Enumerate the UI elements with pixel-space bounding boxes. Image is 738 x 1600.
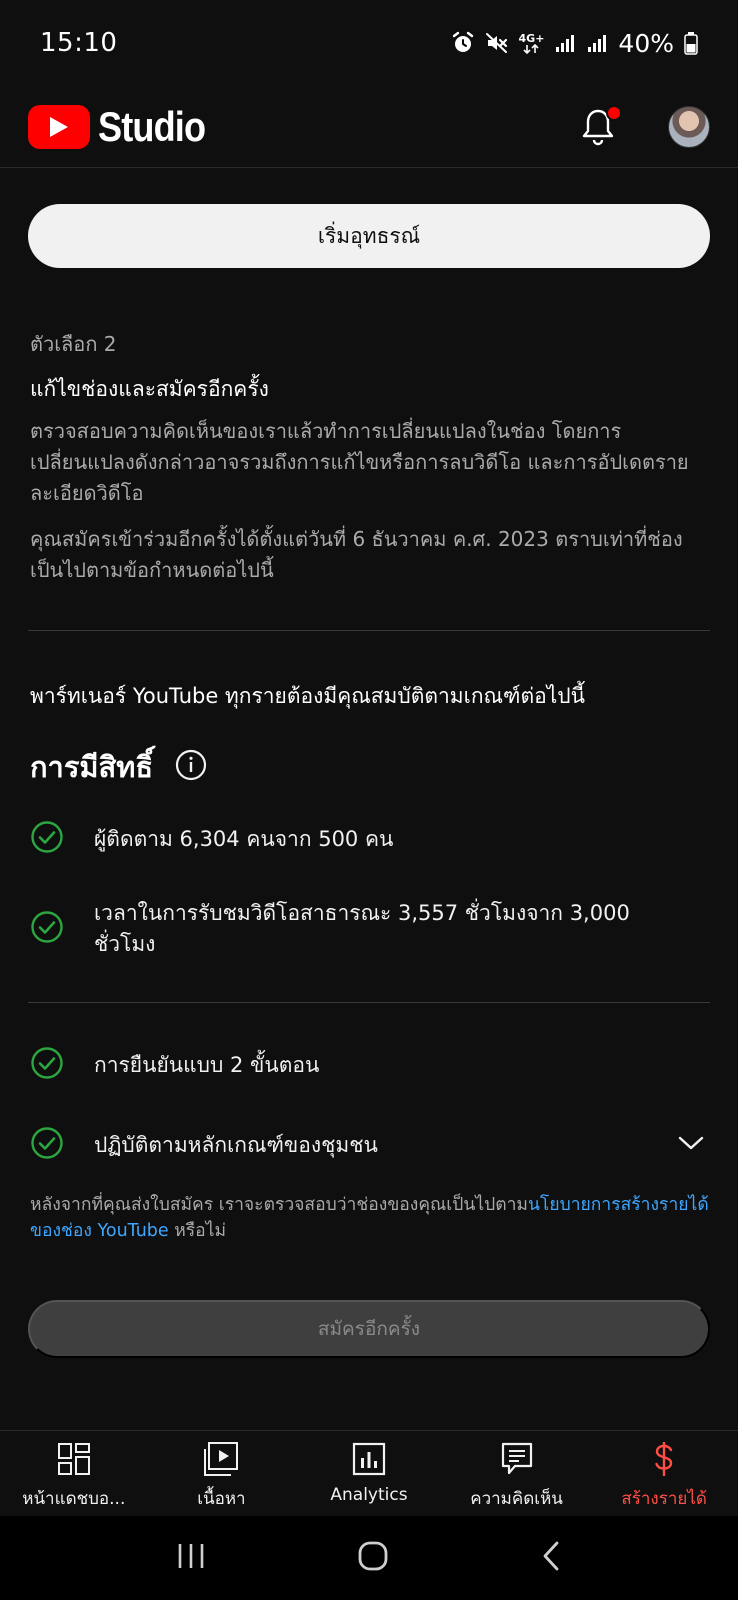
nav-label: เนื้อหา bbox=[197, 1489, 246, 1509]
youtube-studio-logo[interactable]: Studio bbox=[28, 103, 223, 151]
back-icon[interactable] bbox=[540, 1540, 562, 1576]
nav-dashboard[interactable]: หน้าแดชบอ... bbox=[0, 1431, 148, 1516]
divider bbox=[28, 1002, 710, 1003]
notification-badge bbox=[606, 104, 622, 121]
analytics-icon bbox=[352, 1442, 386, 1476]
status-time: 15:10 bbox=[40, 28, 118, 58]
requirement-text: การยืนยันแบบ 2 ขั้นตอน bbox=[94, 1052, 320, 1077]
nav-label: สร้างรายได้ bbox=[621, 1489, 707, 1509]
network-label: 4G+ bbox=[518, 31, 545, 45]
chevron-down-icon[interactable] bbox=[678, 1135, 704, 1155]
partner-requirement-text: พาร์ทเนอร์ YouTube ทุกรายต้องมีคุณสมบัติ… bbox=[30, 684, 585, 708]
info-icon[interactable] bbox=[175, 749, 207, 785]
dashboard-icon bbox=[57, 1443, 90, 1475]
status-icons: 4G+ 40% bbox=[451, 29, 698, 58]
requirement-subscribers: ผู้ติดตาม 6,304 คนจาก 500 คน bbox=[30, 820, 710, 858]
battery-level: 40% bbox=[618, 28, 674, 58]
option-description: ตรวจสอบความคิดเห็นของเราแล้วทำการเปลี่ยน… bbox=[30, 419, 689, 505]
screen: 15:10 4G+ 40% Studio เริ่มอุทธรณ์ ตัวเลื… bbox=[0, 0, 738, 1600]
battery-icon bbox=[684, 31, 698, 55]
app-name: Studio bbox=[98, 102, 206, 150]
nav-label: หน้าแดชบอ... bbox=[22, 1489, 126, 1509]
requirement-watch-hours: เวลาในการรับชมวิดีโอสาธารณะ 3,557 ชั่วโม… bbox=[30, 898, 710, 960]
nav-content[interactable]: เนื้อหา bbox=[148, 1431, 296, 1516]
bottom-nav: หน้าแดชบอ... เนื้อหา Analytics ความคิดเห… bbox=[0, 1430, 738, 1516]
comments-icon bbox=[501, 1442, 532, 1475]
nav-label: ความคิดเห็น bbox=[470, 1489, 563, 1509]
check-circle-icon bbox=[30, 910, 64, 948]
requirement-community-guidelines[interactable]: ปฏิบัติตามหลักเกณฑ์ของชุมชน bbox=[30, 1126, 710, 1164]
avatar[interactable] bbox=[668, 105, 710, 148]
requirement-text: ผู้ติดตาม 6,304 คนจาก 500 คน bbox=[94, 826, 394, 851]
signal-icon bbox=[586, 32, 608, 54]
recent-apps-icon[interactable] bbox=[176, 1542, 206, 1574]
check-circle-icon bbox=[30, 820, 64, 858]
signal-icon bbox=[554, 32, 576, 54]
policy-footnote: หลังจากที่คุณส่งใบสมัคร เราจะตรวจสอบว่าช… bbox=[30, 1192, 710, 1244]
reapply-date-description: คุณสมัครเข้าร่วมอีกครั้งได้ตั้งแต่วันที่… bbox=[30, 527, 683, 582]
network-icon: 4G+ bbox=[518, 31, 545, 54]
app-header: Studio bbox=[0, 86, 738, 168]
requirement-text: ปฏิบัติตามหลักเกณฑ์ของชุมชน bbox=[94, 1132, 378, 1157]
alarm-icon bbox=[451, 31, 475, 55]
notifications-button[interactable] bbox=[578, 104, 622, 149]
nav-comments[interactable]: ความคิดเห็น bbox=[443, 1431, 591, 1516]
header-actions bbox=[578, 104, 710, 149]
nav-analytics[interactable]: Analytics bbox=[295, 1431, 443, 1516]
system-nav-bar bbox=[0, 1516, 738, 1600]
nav-earn[interactable]: สร้างรายได้ bbox=[590, 1431, 738, 1516]
divider bbox=[28, 630, 710, 631]
eligibility-title: การมีสิทธิ์ bbox=[30, 750, 154, 784]
start-appeal-button[interactable]: เริ่มอุทธรณ์ bbox=[28, 204, 710, 268]
main-content[interactable]: เริ่มอุทธรณ์ ตัวเลือก 2 แก้ไขช่องและสมัค… bbox=[0, 168, 738, 1430]
status-bar: 15:10 4G+ 40% bbox=[0, 0, 738, 86]
earn-icon bbox=[655, 1442, 673, 1476]
check-circle-icon bbox=[30, 1126, 64, 1164]
option-title: แก้ไขช่องและสมัครอีกครั้ง bbox=[30, 377, 269, 401]
reapply-button[interactable]: สมัครอีกครั้ง bbox=[28, 1300, 710, 1358]
check-circle-icon bbox=[30, 1046, 64, 1084]
option-label: ตัวเลือก 2 bbox=[30, 332, 117, 356]
footnote-text: หรือไม่ bbox=[168, 1221, 227, 1241]
requirement-text: เวลาในการรับชมวิดีโอสาธารณะ 3,557 ชั่วโม… bbox=[94, 901, 630, 956]
content-icon bbox=[204, 1442, 239, 1476]
eligibility-header: การมีสิทธิ์ bbox=[30, 744, 207, 790]
home-icon[interactable] bbox=[357, 1540, 389, 1576]
mute-icon bbox=[485, 31, 509, 55]
requirement-2-step-verification: การยืนยันแบบ 2 ขั้นตอน bbox=[30, 1046, 710, 1084]
nav-label: Analytics bbox=[330, 1485, 408, 1505]
footnote-text: หลังจากที่คุณส่งใบสมัคร เราจะตรวจสอบว่าช… bbox=[30, 1195, 528, 1215]
youtube-play-icon bbox=[28, 104, 90, 149]
